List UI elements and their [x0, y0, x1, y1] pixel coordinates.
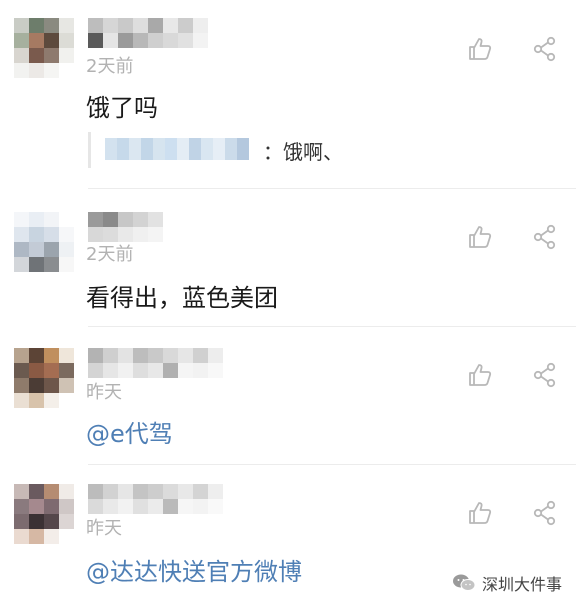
share-icon[interactable]	[532, 362, 558, 388]
thumbs-up-icon[interactable]	[467, 362, 493, 388]
watermark-label: 深圳大件事	[481, 575, 562, 594]
divider	[88, 326, 576, 327]
username-redacted[interactable]	[88, 348, 223, 378]
comment-text: 看得出，蓝色美团	[86, 284, 278, 312]
comment-mention[interactable]: @达达快送官方微博	[86, 552, 302, 587]
share-icon[interactable]	[532, 36, 558, 62]
watermark: 深圳大件事	[452, 570, 562, 596]
username-redacted[interactable]	[88, 484, 223, 514]
divider	[88, 464, 576, 465]
comment-time: 2天前	[86, 56, 134, 77]
comment-time: 2天前	[86, 244, 134, 265]
reply-author-redacted	[105, 138, 249, 160]
thumbs-up-icon[interactable]	[467, 36, 493, 62]
comment-mention[interactable]: @e代驾	[86, 414, 173, 449]
avatar[interactable]	[14, 348, 74, 408]
reply-box[interactable]: ：饿啊、	[88, 132, 576, 168]
avatar[interactable]	[14, 18, 74, 78]
comment-item: 昨天 @e代驾	[0, 328, 576, 466]
username-redacted[interactable]	[88, 18, 208, 48]
share-icon[interactable]	[532, 224, 558, 250]
wechat-icon	[452, 574, 476, 591]
comment-time: 昨天	[86, 518, 122, 539]
comment-item: 2天前 看得出，蓝色美团	[0, 190, 576, 328]
comment-time: 昨天	[86, 382, 122, 403]
share-icon[interactable]	[532, 500, 558, 526]
avatar[interactable]	[14, 484, 74, 544]
comment-item: 2天前 饿了吗 ：饿啊、	[0, 0, 576, 190]
thumbs-up-icon[interactable]	[467, 500, 493, 526]
thumbs-up-icon[interactable]	[467, 224, 493, 250]
comment-text: 饿了吗	[86, 94, 158, 122]
divider	[88, 188, 576, 189]
reply-text: ：饿啊、	[263, 140, 343, 164]
username-redacted[interactable]	[88, 212, 163, 242]
avatar[interactable]	[14, 212, 74, 272]
